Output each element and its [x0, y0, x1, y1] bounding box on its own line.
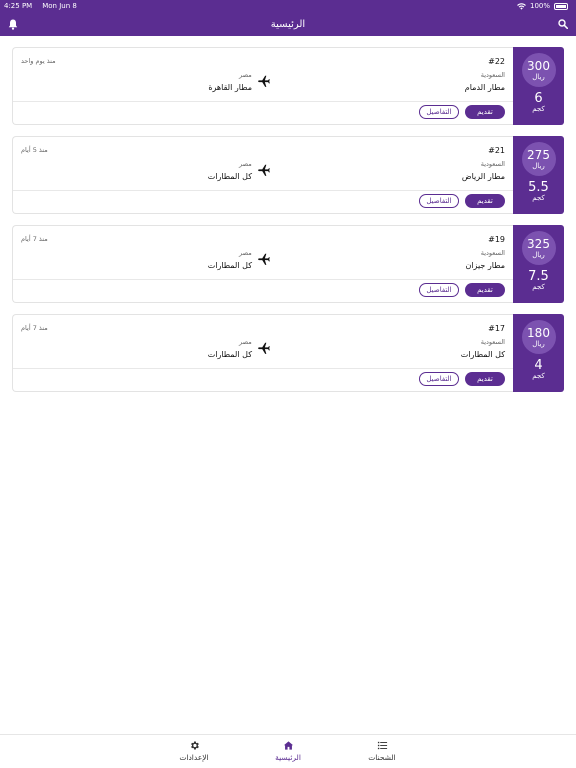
- tab-settings[interactable]: الإعدادات: [164, 740, 224, 762]
- divider: [13, 101, 513, 102]
- price-panel: 325 ريال 7.5 كجم: [513, 225, 564, 303]
- time-ago: منذ 7 أيام: [21, 235, 48, 243]
- weight-unit: كجم: [532, 194, 545, 202]
- weight: 5.5 كجم: [528, 181, 549, 202]
- shipment-number: #21: [488, 146, 505, 155]
- shipment-card-body: منذ يوم واحد #22 السعودية مطار الدمام مص…: [12, 47, 513, 125]
- top-nav-bar: الرئيسية: [0, 12, 576, 36]
- shipment-number: #17: [488, 324, 505, 333]
- origin-country: السعودية: [480, 160, 505, 168]
- tab-settings-label: الإعدادات: [179, 753, 209, 762]
- apply-button[interactable]: تقديم: [465, 105, 505, 119]
- weight-value: 5.5: [528, 180, 549, 195]
- details-button[interactable]: التفاصيل: [419, 283, 459, 297]
- weight: 6 كجم: [532, 92, 545, 113]
- price-panel: 275 ريال 5.5 كجم: [513, 136, 564, 214]
- weight-unit: كجم: [532, 283, 545, 291]
- shipment-card[interactable]: منذ 7 أيام #17 السعودية كل المطارات مصر …: [12, 314, 564, 392]
- gear-icon: [190, 741, 199, 750]
- shipment-card-body: منذ 7 أيام #19 السعودية مطار جيزان مصر ك…: [12, 225, 513, 303]
- shipment-number: #22: [488, 57, 505, 66]
- divider: [13, 279, 513, 280]
- destination-airport: كل المطارات: [207, 350, 252, 359]
- weight: 7.5 كجم: [528, 270, 549, 291]
- price-currency: ريال: [532, 250, 545, 259]
- destination-country: مصر: [239, 338, 252, 346]
- origin-country: السعودية: [480, 71, 505, 79]
- price-currency: ريال: [532, 72, 545, 81]
- tab-home[interactable]: الرئيسية: [258, 740, 318, 762]
- weight-value: 4: [534, 358, 543, 373]
- destination-airport: كل المطارات: [207, 261, 252, 270]
- shipment-list: منذ يوم واحد #22 السعودية مطار الدمام مص…: [12, 47, 564, 403]
- divider: [13, 190, 513, 191]
- price-badge: 325 ريال: [521, 231, 556, 265]
- airplane-icon: [258, 75, 270, 87]
- details-button[interactable]: التفاصيل: [419, 194, 459, 208]
- price-badge: 180 ريال: [521, 320, 556, 354]
- battery-percent: 100%: [529, 2, 550, 10]
- apply-button[interactable]: تقديم: [465, 372, 505, 386]
- shipment-card[interactable]: منذ 7 أيام #19 السعودية مطار جيزان مصر ك…: [12, 225, 564, 303]
- destination-airport: كل المطارات: [207, 172, 252, 181]
- origin-airport: كل المطارات: [460, 350, 505, 359]
- destination-country: مصر: [239, 71, 252, 79]
- origin-airport: مطار الرياض: [461, 172, 505, 181]
- price-currency: ريال: [532, 339, 545, 348]
- status-date: Mon Jun 8: [42, 2, 77, 10]
- status-bar: 4:25 PM Mon Jun 8 100%: [0, 0, 576, 12]
- time-ago: منذ 5 أيام: [21, 146, 48, 154]
- airplane-icon: [258, 342, 270, 354]
- time-ago: منذ يوم واحد: [21, 57, 56, 65]
- tab-shipments-label: الشحنات: [368, 753, 396, 762]
- weight-unit: كجم: [532, 372, 545, 380]
- price-panel: 180 ريال 4 كجم: [513, 314, 564, 392]
- details-button[interactable]: التفاصيل: [419, 105, 459, 119]
- tab-home-label: الرئيسية: [275, 753, 301, 762]
- destination-country: مصر: [239, 160, 252, 168]
- shipment-card-body: منذ 7 أيام #17 السعودية كل المطارات مصر …: [12, 314, 513, 392]
- bell-icon[interactable]: [6, 17, 20, 31]
- origin-country: السعودية: [480, 249, 505, 257]
- destination-airport: مطار القاهرة: [208, 83, 252, 92]
- shipment-number: #19: [488, 235, 505, 244]
- price-value: 275: [527, 147, 550, 162]
- price-value: 300: [527, 58, 550, 73]
- status-time: 4:25 PM: [4, 2, 33, 10]
- origin-country: السعودية: [480, 338, 505, 346]
- time-ago: منذ 7 أيام: [21, 324, 48, 332]
- divider: [13, 368, 513, 369]
- weight-value: 7.5: [528, 269, 549, 284]
- list-icon: [377, 741, 387, 750]
- battery-icon: [554, 2, 568, 10]
- weight: 4 كجم: [532, 359, 545, 380]
- shipment-card[interactable]: منذ يوم واحد #22 السعودية مطار الدمام مص…: [12, 47, 564, 125]
- wifi-icon: [517, 2, 526, 10]
- price-value: 325: [527, 236, 550, 251]
- page-title: الرئيسية: [270, 18, 306, 30]
- price-value: 180: [527, 325, 550, 340]
- tab-shipments[interactable]: الشحنات: [352, 740, 412, 762]
- price-badge: 275 ريال: [521, 142, 556, 176]
- price-currency: ريال: [532, 161, 545, 170]
- details-button[interactable]: التفاصيل: [419, 372, 459, 386]
- home-icon: [283, 741, 293, 750]
- apply-button[interactable]: تقديم: [465, 194, 505, 208]
- airplane-icon: [258, 164, 270, 176]
- apply-button[interactable]: تقديم: [465, 283, 505, 297]
- search-icon[interactable]: [556, 17, 570, 31]
- weight-unit: كجم: [532, 105, 545, 113]
- price-badge: 300 ريال: [521, 53, 556, 87]
- weight-value: 6: [534, 91, 543, 106]
- shipment-card-body: منذ 5 أيام #21 السعودية مطار الرياض مصر …: [12, 136, 513, 214]
- destination-country: مصر: [239, 249, 252, 257]
- origin-airport: مطار الدمام: [464, 83, 505, 92]
- price-panel: 300 ريال 6 كجم: [513, 47, 564, 125]
- airplane-icon: [258, 253, 270, 265]
- shipment-card[interactable]: منذ 5 أيام #21 السعودية مطار الرياض مصر …: [12, 136, 564, 214]
- bottom-tab-bar: الإعدادات الرئيسية الشحنات: [0, 734, 576, 768]
- origin-airport: مطار جيزان: [465, 261, 505, 270]
